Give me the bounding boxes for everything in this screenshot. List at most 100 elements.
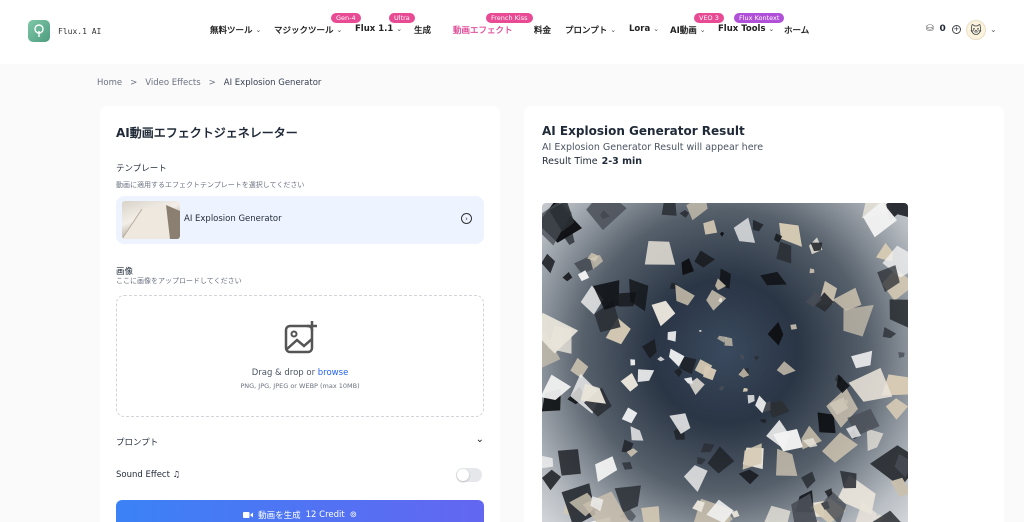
debris-fragment	[776, 361, 796, 376]
sound-effect-row: Sound Effect ♫	[116, 468, 484, 482]
image-upload-dropzone[interactable]: Drag & drop or browse PNG, JPG, JPEG or …	[116, 295, 484, 417]
upload-instructions: Drag & drop or browse	[117, 368, 483, 378]
debris-fragment	[767, 321, 784, 346]
debris-fragment	[752, 219, 764, 232]
debris-fragment	[694, 250, 715, 268]
debris-fragment	[644, 241, 676, 265]
breadcrumb-home[interactable]: Home	[97, 78, 122, 88]
debris-fragment	[776, 448, 798, 476]
nav-ai-video[interactable]: VEO 3 AI動画 ⌄	[670, 13, 724, 36]
debris-fragment	[832, 287, 862, 311]
breadcrumb: Home > Video Effects > AI Explosion Gene…	[97, 78, 321, 88]
debris-fragment	[742, 387, 748, 392]
debris-fragment	[738, 469, 759, 485]
music-note-icon: ♫	[172, 470, 181, 480]
nav-pricing[interactable]: 料金	[534, 24, 551, 36]
debris-fragment	[661, 203, 677, 216]
nav-label: 無料ツール	[210, 26, 253, 36]
chevron-right-circle-icon[interactable]: ›	[461, 213, 472, 224]
debris-fragment	[683, 465, 708, 492]
page-title: AI動画エフェクトジェネレーター	[116, 126, 298, 140]
debris-fragment	[747, 395, 755, 404]
debris-fragment	[577, 270, 590, 282]
sound-effect-label: Sound Effect ♫	[116, 470, 180, 480]
chevron-down-icon: ⌄	[610, 26, 617, 34]
debris-fragment	[675, 284, 695, 306]
nav-label: 生成	[414, 26, 432, 36]
nav-label: Lora	[629, 24, 651, 34]
prompt-label: プロンプト	[116, 438, 159, 448]
debris-fragment	[764, 505, 791, 522]
debris-fragment	[790, 324, 797, 330]
debris-fragment	[681, 258, 694, 276]
debris-fragment	[620, 373, 639, 392]
debris-fragment	[718, 385, 725, 391]
chevron-down-icon[interactable]: ⌄	[990, 25, 997, 34]
debris-fragment	[720, 231, 725, 237]
logo[interactable]: Flux.1 AI	[28, 20, 101, 42]
video-camera-icon	[243, 512, 254, 518]
result-panel: AI Explosion Generator Result AI Explosi…	[524, 106, 1004, 522]
browse-link[interactable]: browse	[318, 368, 349, 378]
chevron-right-icon: >	[130, 78, 138, 88]
template-name: AI Explosion Generator	[184, 214, 282, 224]
debris-fragment	[776, 241, 792, 264]
nav-label: 動画エフェクト	[453, 26, 513, 36]
nav-generate[interactable]: 生成	[414, 24, 431, 36]
debris-fragment	[669, 413, 691, 434]
debris-fragment	[851, 350, 873, 369]
upload-text: Drag & drop or	[251, 368, 316, 378]
debris-fragment	[889, 299, 908, 328]
debris-fragment	[674, 368, 683, 378]
chevron-down-icon: ⌄	[396, 25, 403, 33]
nav-magic-tools[interactable]: Gen-4 マジックツール ⌄	[274, 13, 361, 36]
debris-fragment	[570, 357, 589, 379]
nav-free-tools[interactable]: 無料ツール ⌄	[210, 24, 261, 36]
prompt-accordion[interactable]: プロンプト ⌄	[116, 434, 484, 448]
credit-balance[interactable]: ⛁ 0 +	[926, 24, 961, 34]
nav-label: ホーム	[784, 26, 810, 36]
image-hint: ここに画像をアップロードしてください	[116, 277, 242, 285]
result-time-value: 2-3 min	[601, 156, 643, 167]
debris-fragment	[683, 377, 693, 384]
result-time: Result Time 2-3 min	[542, 156, 642, 167]
debris-fragment	[848, 367, 893, 402]
coin-stack-icon: ⛁	[926, 24, 934, 34]
debris-fragment	[542, 469, 562, 491]
sound-effect-toggle[interactable]	[456, 468, 482, 482]
nav-flux-tools[interactable]: Flux Kontext Flux Tools ⌄	[718, 13, 785, 34]
debris-fragment	[882, 327, 897, 339]
upload-formats: PNG, JPG, JPEG or WEBP (max 10MB)	[240, 382, 360, 390]
debris-fragment	[836, 374, 850, 394]
debris-fragment	[698, 329, 702, 332]
nav-label: AI動画	[670, 26, 697, 36]
coin-icon: ⊚	[349, 510, 357, 520]
nav-home[interactable]: ホーム	[784, 24, 809, 36]
breadcrumb-video-effects[interactable]: Video Effects	[145, 78, 200, 88]
generate-video-button[interactable]: 動画を生成 12 Credit ⊚	[116, 500, 484, 522]
nav-prompt[interactable]: プロンプト ⌄	[565, 24, 616, 36]
nav-flux11[interactable]: Ultra Flux 1.1 ⌄	[355, 13, 415, 34]
debris-fragment	[801, 471, 816, 489]
add-credit-icon[interactable]: +	[951, 24, 961, 34]
debris-fragment	[637, 369, 655, 382]
debris-fragment	[759, 419, 767, 423]
nav-lora[interactable]: Lora ⌄	[629, 24, 659, 34]
debris-fragment	[630, 359, 636, 366]
template-selector[interactable]: AI Explosion Generator ›	[116, 196, 484, 244]
chevron-down-icon: ⌄	[255, 26, 262, 34]
debris-fragment	[657, 356, 665, 362]
nav-label: Flux 1.1	[355, 24, 394, 34]
generator-panel: AI動画エフェクトジェネレーター テンプレート 動画に適用するエフェクトテンプレ…	[100, 106, 500, 522]
nav-video-effects[interactable]: French Kiss 動画エフェクト	[453, 13, 533, 36]
debris-fragment	[724, 336, 733, 347]
badge-flux-kontext: Flux Kontext	[734, 13, 785, 23]
debris-fragment	[595, 456, 618, 482]
badge-ultra: Ultra	[389, 13, 415, 23]
avatar[interactable]: 🐱	[966, 20, 986, 40]
debris-fragment	[621, 407, 638, 424]
cat-avatar-icon: 🐱	[970, 23, 982, 37]
debris-fragment	[700, 443, 715, 453]
nav-label: マジックツール	[274, 26, 334, 36]
debris-fragment	[754, 355, 759, 361]
